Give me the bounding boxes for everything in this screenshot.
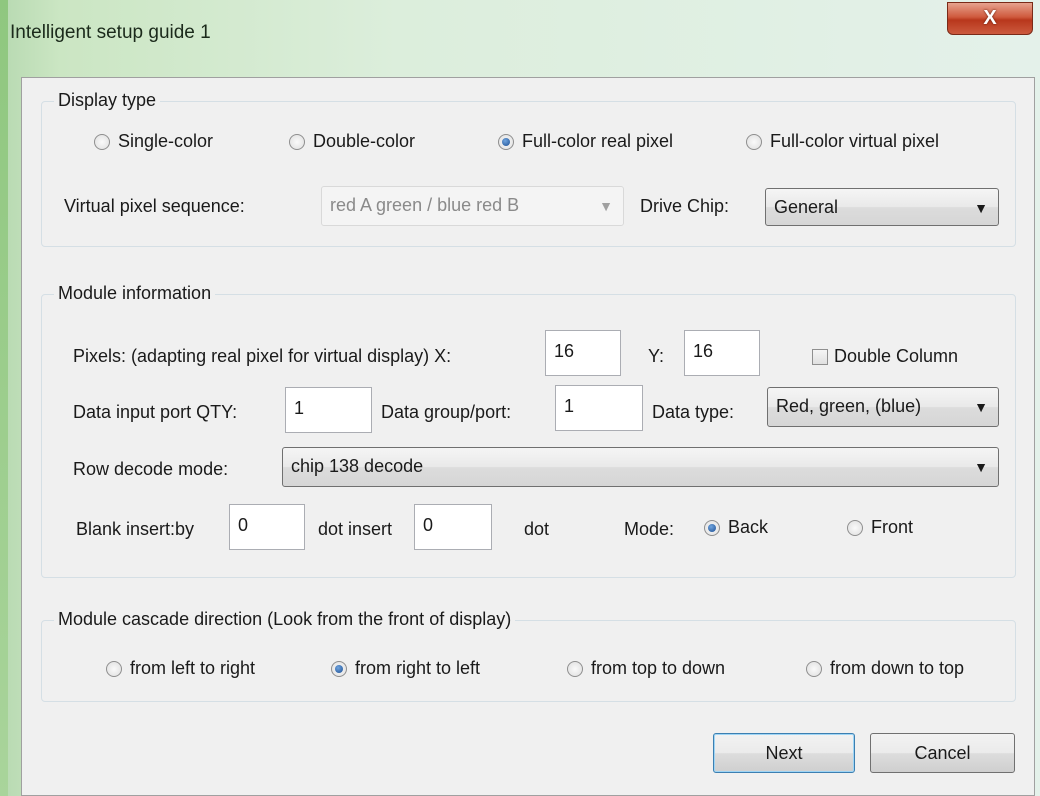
- pixels-y-value: 16: [693, 341, 714, 361]
- display-type-legend: Display type: [54, 90, 161, 111]
- mode-label: Mode:: [624, 519, 675, 539]
- cascade-group: Module cascade direction (Look from the …: [41, 609, 1016, 702]
- module-info-legend: Module information: [54, 283, 216, 304]
- row-decode-value: chip 138 decode: [291, 456, 424, 476]
- data-type-label: Data type:: [652, 402, 735, 422]
- cancel-button[interactable]: Cancel: [870, 733, 1015, 773]
- radio-label: from top to down: [591, 658, 726, 678]
- data-input-field[interactable]: 1: [285, 387, 372, 433]
- window-frame-edge: [0, 0, 8, 796]
- radio-down-to-top[interactable]: from down to top: [806, 658, 964, 679]
- radio-double-color[interactable]: Double-color: [289, 131, 415, 152]
- next-button[interactable]: Next: [713, 733, 855, 773]
- blank-insert-field[interactable]: 0: [229, 504, 305, 550]
- radio-indicator: [806, 660, 822, 677]
- radio-indicator: [746, 133, 762, 150]
- dot-insert-label: dot insert: [318, 519, 393, 539]
- radio-label: from down to top: [830, 658, 965, 678]
- blank-insert-value: 0: [238, 515, 249, 535]
- pixels-y-input[interactable]: 16: [684, 330, 760, 376]
- radio-single-color[interactable]: Single-color: [94, 131, 213, 152]
- chevron-down-icon: ▼: [974, 459, 988, 475]
- radio-indicator: [331, 660, 347, 677]
- radio-right-to-left[interactable]: from right to left: [331, 658, 480, 679]
- virtual-pixel-value: red A green / blue red B: [330, 195, 520, 215]
- radio-label: from left to right: [130, 658, 256, 678]
- drive-chip-label: Drive Chip:: [640, 196, 730, 216]
- row-decode-select[interactable]: chip 138 decode ▼: [282, 447, 999, 487]
- radio-indicator: [289, 133, 305, 150]
- radio-indicator: [498, 133, 514, 150]
- pixels-x-input[interactable]: 16: [545, 330, 621, 376]
- data-group-field[interactable]: 1: [555, 385, 643, 431]
- radio-indicator: [704, 519, 720, 536]
- data-type-value: Red, green, (blue): [776, 396, 922, 416]
- drive-chip-value: General: [774, 197, 839, 217]
- radio-label: Front: [871, 517, 914, 537]
- pixels-label: Pixels: (adapting real pixel for virtual…: [73, 346, 452, 366]
- title-bar: Intelligent setup guide 1 X: [0, 0, 1040, 80]
- window-title: Intelligent setup guide 1: [10, 22, 211, 43]
- chevron-down-icon: ▼: [599, 198, 613, 214]
- dot-label: dot: [524, 519, 550, 539]
- radio-label: from right to left: [355, 658, 481, 678]
- module-info-group: Module information Pixels: (adapting rea…: [41, 283, 1016, 578]
- dialog-window: Intelligent setup guide 1 X Display type…: [0, 0, 1040, 796]
- radio-label: Full-color real pixel: [522, 131, 674, 151]
- virtual-pixel-select[interactable]: red A green / blue red B ▼: [321, 186, 624, 226]
- radio-indicator: [847, 519, 863, 536]
- data-group-value: 1: [564, 396, 575, 416]
- chevron-down-icon: ▼: [974, 200, 988, 216]
- blank-insert-label: Blank insert:by: [76, 519, 195, 539]
- cascade-legend: Module cascade direction (Look from the …: [54, 609, 516, 630]
- display-type-group: Display type Single-color Double-color F…: [41, 90, 1016, 247]
- double-column-label: Double Column: [834, 346, 959, 366]
- radio-full-color-virtual[interactable]: Full-color virtual pixel: [746, 131, 939, 152]
- double-column-checkbox[interactable]: Double Column: [812, 346, 958, 367]
- radio-top-to-down[interactable]: from top to down: [567, 658, 725, 679]
- pixels-x-value: 16: [554, 341, 575, 361]
- radio-indicator: [567, 660, 583, 677]
- radio-label: Single-color: [118, 131, 214, 151]
- radio-full-color-real[interactable]: Full-color real pixel: [498, 131, 673, 152]
- dialog-body: Display type Single-color Double-color F…: [21, 77, 1035, 796]
- close-button[interactable]: X: [947, 2, 1033, 35]
- chevron-down-icon: ▼: [974, 399, 988, 415]
- checkbox-indicator: [812, 348, 828, 365]
- radio-indicator: [94, 133, 110, 150]
- radio-label: Full-color virtual pixel: [770, 131, 940, 151]
- data-input-label: Data input port QTY:: [73, 402, 238, 422]
- radio-indicator: [106, 660, 122, 677]
- radio-label: Back: [728, 517, 769, 537]
- data-group-label: Data group/port:: [381, 402, 512, 422]
- virtual-pixel-label: Virtual pixel sequence:: [64, 196, 245, 216]
- radio-label: Double-color: [313, 131, 416, 151]
- radio-mode-front[interactable]: Front: [847, 517, 913, 538]
- dot-insert-field[interactable]: 0: [414, 504, 492, 550]
- drive-chip-select[interactable]: General ▼: [765, 188, 999, 226]
- close-icon: X: [983, 7, 997, 29]
- radio-mode-back[interactable]: Back: [704, 517, 768, 538]
- pixels-y-label: Y:: [648, 346, 665, 366]
- row-decode-label: Row decode mode:: [73, 459, 229, 479]
- data-input-value: 1: [294, 398, 305, 418]
- dot-insert-value: 0: [423, 515, 434, 535]
- data-type-select[interactable]: Red, green, (blue) ▼: [767, 387, 999, 427]
- radio-left-to-right[interactable]: from left to right: [106, 658, 255, 679]
